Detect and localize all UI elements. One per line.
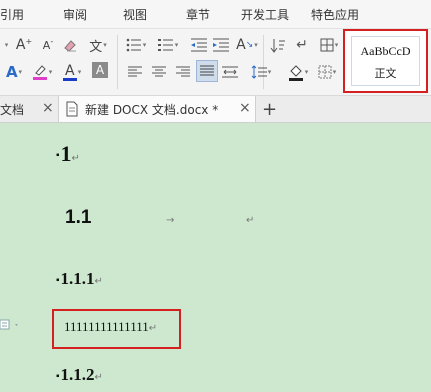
numbered-list-button[interactable]: ▾ [154, 35, 182, 55]
phonetic-icon: 文 [89, 39, 103, 55]
decrease-indent-button[interactable] [189, 35, 209, 55]
text-effect-icon: A [5, 63, 18, 81]
distributed-button[interactable] [221, 61, 239, 83]
text-direction-icon: A [236, 37, 246, 53]
eraser-icon [64, 40, 76, 52]
sort-icon [270, 39, 285, 53]
align-center-button[interactable] [150, 61, 168, 83]
heading-1: ▪1↵ [56, 141, 80, 167]
character-shading-icon: A [95, 63, 105, 77]
style-gallery-highlight: AaBbCcD 正文 [343, 29, 428, 93]
menu-bar: 引用 审阅 视图 章节 开发工具 特色应用 [0, 0, 431, 29]
menu-developer[interactable]: 开发工具 [241, 6, 289, 23]
menu-review[interactable]: 审阅 [63, 6, 87, 23]
text-direction-button[interactable]: A ↘ ▾ [234, 35, 260, 55]
menu-sections[interactable]: 章节 [186, 6, 210, 23]
justify-button[interactable] [196, 60, 218, 82]
heading-3b: ▪1.1.2↵ [56, 365, 103, 385]
font-color-button[interactable]: A ▾ [58, 61, 86, 83]
shading-button[interactable]: ▾ [284, 61, 312, 83]
grow-font-button[interactable]: A + [14, 35, 34, 55]
distributed-icon [222, 66, 238, 78]
bullet-list-button[interactable]: ▾ [122, 35, 150, 55]
heading-1-text: 1 [60, 141, 72, 166]
tab-previous-document[interactable]: 文档 × [0, 96, 56, 122]
grow-font-icon: A [15, 37, 26, 53]
document-canvas[interactable]: ▪1↵ 1.1 → ↵ ▪1.1.1↵ 11111111111111↵ ▪1.1… [0, 123, 431, 392]
align-right-button[interactable] [174, 61, 192, 83]
paragraph-mark: ↵ [71, 153, 80, 164]
highlighter-icon [32, 65, 47, 80]
list-bullet: ▪ [56, 370, 60, 382]
font-color-icon: A [64, 62, 75, 79]
table-button[interactable]: ▾ [316, 35, 342, 55]
font-size-dropdown[interactable]: ▾ [0, 35, 12, 55]
numbered-list-icon [157, 39, 173, 51]
menu-references[interactable]: 引用 [0, 6, 24, 23]
new-tab-button[interactable]: + [262, 96, 280, 122]
tab-active-label: 新建 DOCX 文档.docx * [85, 102, 219, 117]
character-shading-button[interactable]: A [92, 62, 108, 78]
highlight-button[interactable]: ▾ [28, 61, 56, 83]
bullet-list-icon [126, 38, 141, 52]
shrink-font-button[interactable]: A- [38, 35, 58, 55]
menu-special[interactable]: 特色应用 [311, 6, 359, 23]
list-bullet: ▪ [56, 150, 60, 162]
style-name: 正文 [374, 67, 397, 80]
heading-3b-text: 1.1.2 [60, 365, 95, 384]
justify-icon [200, 65, 214, 76]
tab-close-icon[interactable]: × [239, 100, 251, 116]
paint-bucket-icon [288, 65, 303, 81]
table-icon [320, 38, 334, 52]
font-color-swatch [62, 77, 77, 81]
align-left-icon [128, 66, 142, 77]
align-center-icon [152, 66, 166, 77]
increase-indent-button[interactable] [211, 35, 231, 55]
tab-close-icon[interactable]: × [42, 100, 54, 116]
document-icon [66, 101, 78, 117]
paragraph-mark: ↵ [94, 372, 103, 383]
decrease-indent-icon [191, 38, 207, 52]
phonetic-guide-button[interactable]: 文 ▾ [84, 35, 112, 55]
align-left-button[interactable] [126, 61, 144, 83]
line-spacing-icon [251, 65, 267, 79]
heading-3a-text: 1.1.1 [60, 269, 95, 288]
text-effect-button[interactable]: A ▾ [0, 61, 28, 83]
tab-active-document[interactable]: 新建 DOCX 文档.docx * × [58, 96, 256, 122]
paragraph-mark: ↵ [94, 276, 103, 287]
separator [117, 35, 118, 89]
increase-indent-icon [213, 38, 229, 52]
paragraph-mark-icon: ↵ [296, 37, 308, 53]
shrink-font-icon: A [42, 38, 51, 52]
list-bullet: ▪ [56, 274, 60, 286]
document-tab-bar: 文档 × 新建 DOCX 文档.docx * × + [0, 96, 431, 123]
paragraph-mark: ↵ [246, 215, 255, 226]
borders-icon [318, 65, 332, 79]
style-preview: AaBbCcD [360, 44, 411, 58]
tab-mark: → [166, 215, 175, 226]
clear-format-button[interactable] [60, 35, 80, 55]
heading-3a: ▪1.1.1↵ [56, 269, 103, 289]
heading-2: 1.1 [65, 207, 91, 229]
menu-view[interactable]: 视图 [123, 6, 147, 23]
sort-button[interactable] [268, 35, 288, 55]
style-normal[interactable]: AaBbCcD 正文 [351, 36, 420, 86]
borders-button[interactable]: ▾ [314, 61, 340, 83]
paragraph-handle-icon[interactable] [0, 319, 22, 331]
tab-previous-label: 文档 [0, 102, 25, 117]
align-right-icon [176, 66, 190, 77]
paragraph-highlight-box [52, 309, 181, 349]
show-marks-button[interactable]: ↵ [292, 35, 312, 55]
heading-2-text: 1.1 [65, 207, 92, 228]
line-spacing-button[interactable]: ▾ [247, 61, 275, 83]
